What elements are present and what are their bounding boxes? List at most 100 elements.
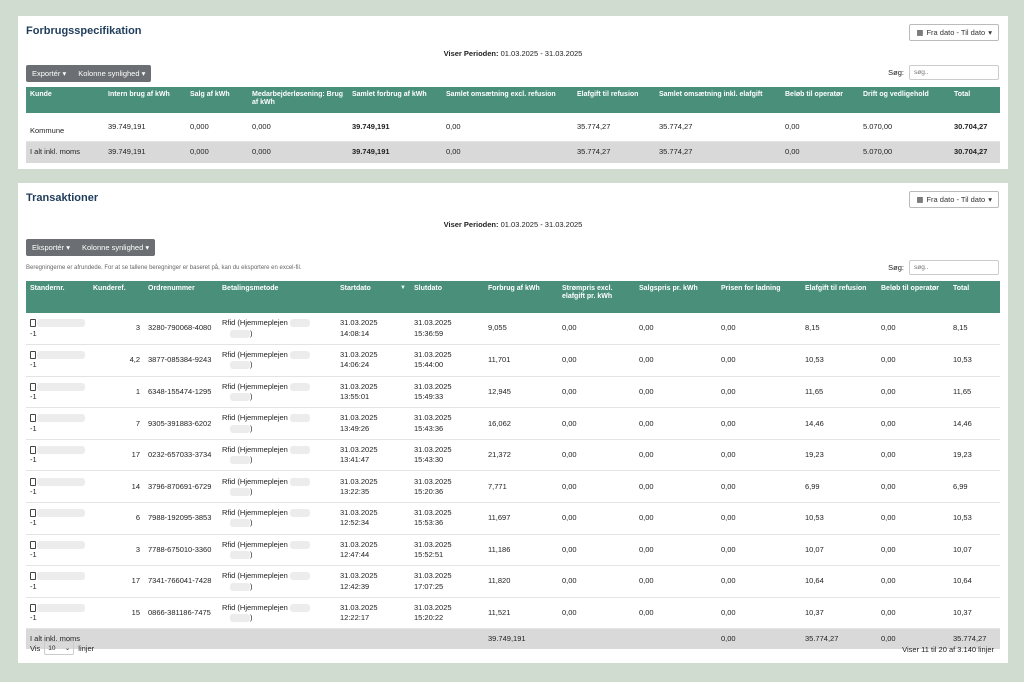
trans-cell-ref: 3 bbox=[89, 534, 144, 567]
trans-cell-kwh: 16,062 bbox=[484, 407, 558, 440]
trans-cell-pris: 0,00 bbox=[558, 565, 635, 598]
trans-column-header[interactable]: Slutdato bbox=[410, 281, 484, 313]
trans-column-header[interactable]: Startdato ▼ bbox=[336, 281, 410, 313]
trans-cell-order: 9305-391883-6202 bbox=[144, 407, 218, 440]
trans-cell-kwh: 11,820 bbox=[484, 565, 558, 598]
trans-cell-order: 6348-155474-1295 bbox=[144, 376, 218, 409]
trans-cell-oper: 0,00 bbox=[877, 376, 949, 409]
trans-button-group: Eksportér ▾ Kolonne synlighed ▾ bbox=[26, 239, 156, 256]
trans-column-header[interactable]: Strømpris excl. elafgift pr. kWh bbox=[558, 281, 635, 313]
trans-cell-total: 10,53 bbox=[949, 502, 1000, 535]
trans-cell-lad: 0,00 bbox=[717, 534, 801, 567]
spec-column-header[interactable]: Medarbejderløsening: Brug af kWh bbox=[248, 87, 348, 113]
trans-cell-salg: 0,00 bbox=[635, 344, 717, 377]
trans-column-header[interactable]: Ordrenummer bbox=[144, 281, 218, 313]
trans-cell-end: 31.03.2025 15:53:36 bbox=[410, 502, 484, 535]
trans-cell-ref: 3 bbox=[89, 313, 144, 346]
trans-cell-start: 31.03.2025 13:41:47 bbox=[336, 439, 410, 472]
trans-cell-ref: 6 bbox=[89, 502, 144, 535]
spec-cell: 35.774,27 bbox=[655, 113, 781, 142]
trans-column-visibility-button[interactable]: Kolonne synlighed ▾ bbox=[76, 239, 155, 256]
trans-cell-pris: 0,00 bbox=[558, 407, 635, 440]
trans-cell-salg: 0,00 bbox=[635, 565, 717, 598]
spec-column-visibility-button[interactable]: Kolonne synlighed ▾ bbox=[72, 65, 151, 82]
spec-cell: 0,000 bbox=[186, 113, 248, 142]
trans-cell-lad: 0,00 bbox=[717, 597, 801, 630]
spec-period-label: Viser Perioden: bbox=[443, 49, 499, 58]
redacted-block bbox=[289, 540, 310, 549]
consumption-spec-panel: Forbrugsspecifikation ▦ Fra dato - Til d… bbox=[18, 16, 1008, 169]
spec-total-cell: 5.070,00 bbox=[859, 141, 950, 163]
trans-total-cell bbox=[558, 628, 635, 649]
trans-cell-salg: 0,00 bbox=[635, 470, 717, 504]
spec-column-header[interactable]: Salg af kWh bbox=[186, 87, 248, 113]
trans-column-header[interactable]: Elafgift til refusion bbox=[801, 281, 877, 313]
trans-cell-end: 31.03.2025 15:43:30 bbox=[410, 439, 484, 472]
trans-search: Søg: bbox=[888, 260, 999, 275]
spec-column-header[interactable]: Elafgift til refusion bbox=[573, 87, 655, 113]
trans-cell-pris: 0,00 bbox=[558, 313, 635, 346]
table-row: -1 14 3796-870691-6729 Rfid (Hjemmeplejen )… bbox=[26, 470, 1000, 504]
trans-cell-end: 31.03.2025 15:52:51 bbox=[410, 534, 484, 567]
trans-cell-end: 31.03.2025 17:07:25 bbox=[410, 565, 484, 598]
table-row: -1 3 7788-675010-3360 Rfid (Hjemmeplejen ) 3… bbox=[26, 534, 1000, 567]
trans-cell-ref: 4,2 bbox=[89, 344, 144, 377]
trans-cell-end: 31.03.2025 15:43:36 bbox=[410, 407, 484, 440]
charger-icon bbox=[30, 446, 36, 455]
trans-cell-oper: 0,00 bbox=[877, 565, 949, 598]
trans-search-label: Søg: bbox=[888, 263, 904, 272]
trans-cell-kwh: 9,055 bbox=[484, 313, 558, 346]
spec-column-header[interactable]: Samlet omsætning inkl. elafgift bbox=[655, 87, 781, 113]
trans-column-header[interactable]: Forbrug af kWh bbox=[484, 281, 558, 313]
lines-label: linjer bbox=[78, 643, 95, 653]
spec-search-input[interactable] bbox=[909, 65, 999, 80]
spec-column-header[interactable]: Drift og vedligehold bbox=[859, 87, 950, 113]
trans-column-header[interactable]: Beløb til operatør bbox=[877, 281, 949, 313]
spec-export-button[interactable]: Exportér ▾ bbox=[26, 65, 72, 82]
spec-cell: 5.070,00 bbox=[859, 113, 950, 142]
spec-column-header[interactable]: Total bbox=[950, 87, 1000, 113]
redacted-block bbox=[37, 414, 85, 423]
trans-cell-start: 31.03.2025 12:22:17 bbox=[336, 597, 410, 630]
redacted-block bbox=[230, 614, 250, 623]
pagination-info: Viser 11 til 20 af 3.140 linjer bbox=[902, 645, 994, 654]
redacted-block bbox=[289, 604, 310, 613]
trans-cell-stander: -1 bbox=[26, 407, 89, 440]
trans-cell-elaf: 8,15 bbox=[801, 313, 877, 346]
trans-column-header[interactable]: Prisen for ladning bbox=[717, 281, 801, 313]
trans-cell-start: 31.03.2025 12:42:39 bbox=[336, 565, 410, 598]
table-row: -1 15 0866-381186-7475 Rfid (Hjemmeplejen )… bbox=[26, 597, 1000, 630]
trans-cell-kwh: 21,372 bbox=[484, 439, 558, 472]
spec-column-header[interactable]: Intern brug af kWh bbox=[104, 87, 186, 113]
trans-search-input[interactable] bbox=[909, 260, 999, 275]
trans-cell-order: 7788-675010-3360 bbox=[144, 534, 218, 567]
redacted-block bbox=[230, 456, 250, 465]
redacted-block bbox=[230, 487, 250, 496]
redacted-block bbox=[289, 382, 310, 391]
trans-column-header[interactable]: Standernr. bbox=[26, 281, 89, 313]
page-length-select[interactable]: 10 ⌄ bbox=[44, 641, 75, 655]
trans-column-header[interactable]: Salgspris pr. kWh bbox=[635, 281, 717, 313]
trans-cell-pay: Rfid (Hjemmeplejen ) bbox=[218, 534, 336, 567]
trans-cell-order: 3796-870691-6729 bbox=[144, 470, 218, 504]
charger-icon bbox=[30, 540, 36, 549]
trans-column-header[interactable]: Betalingsmetode bbox=[218, 281, 336, 313]
trans-cell-elaf: 19,23 bbox=[801, 439, 877, 472]
trans-date-range-label: Fra dato - Til dato bbox=[926, 195, 986, 204]
spec-column-header[interactable]: Kunde bbox=[26, 87, 104, 113]
trans-cell-kwh: 11,186 bbox=[484, 534, 558, 567]
trans-export-button[interactable]: Eksportér ▾ bbox=[26, 239, 76, 256]
spec-column-header[interactable]: Samlet omsætning excl. refusion bbox=[442, 87, 573, 113]
spec-date-range-button[interactable]: ▦ Fra dato - Til dato ▾ bbox=[909, 24, 999, 41]
trans-date-range-button[interactable]: ▦ Fra dato - Til dato ▾ bbox=[909, 191, 999, 208]
table-row: -1 3 3280-790068-4080 Rfid (Hjemmeplejen ) 3… bbox=[26, 313, 1000, 346]
spec-column-header[interactable]: Samlet forbrug af kWh bbox=[348, 87, 442, 113]
spec-column-header[interactable]: Beløb til operatør bbox=[781, 87, 859, 113]
charger-icon bbox=[30, 477, 36, 486]
table-row: -1 17 0232-657033-3734 Rfid (Hjemmeplejen )… bbox=[26, 439, 1000, 472]
trans-column-header[interactable]: Kunderef. bbox=[89, 281, 144, 313]
trans-column-header[interactable]: Total bbox=[949, 281, 1000, 313]
trans-cell-lad: 0,00 bbox=[717, 407, 801, 440]
sort-desc-icon: ▼ bbox=[400, 285, 406, 291]
trans-total-cell: 39.749,191 bbox=[484, 628, 558, 649]
